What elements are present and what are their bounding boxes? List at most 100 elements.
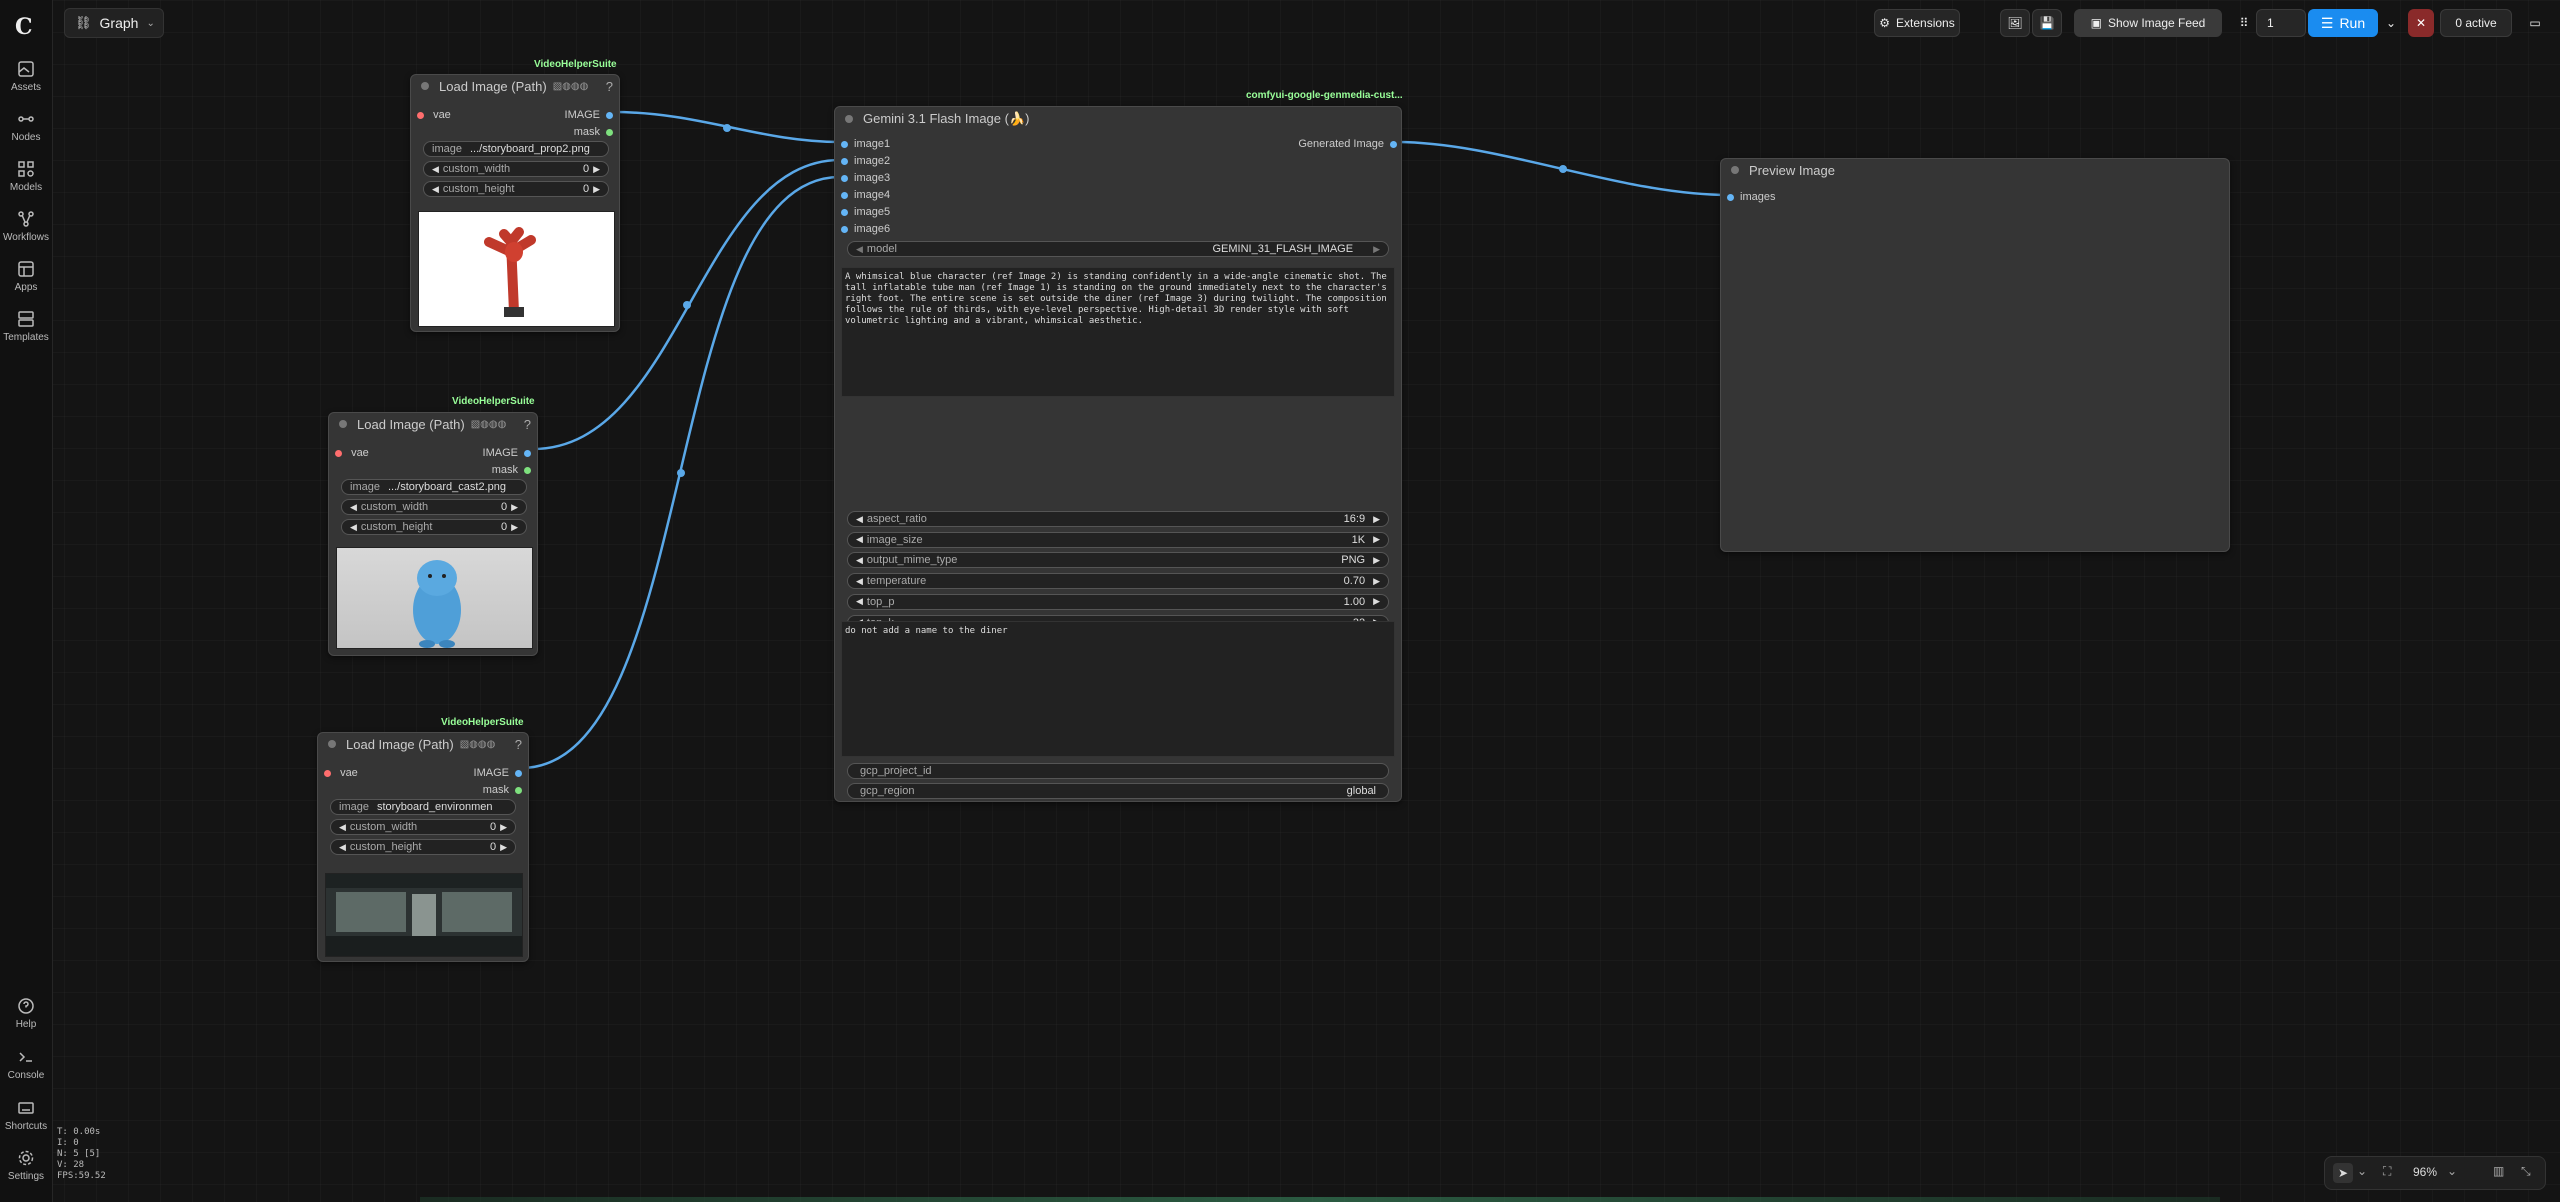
zoom-level[interactable]: 96% xyxy=(2413,1165,2437,1179)
collapse-dot[interactable] xyxy=(328,740,336,748)
load-image-node-1[interactable]: Load Image (Path) ▧◍◍◍? vae IMAGE mask im… xyxy=(410,74,620,332)
increment-arrow-icon[interactable]: ▶ xyxy=(1373,576,1380,587)
decrement-arrow-icon[interactable]: ◀ xyxy=(339,822,346,833)
output-slot-image[interactable]: IMAGE xyxy=(565,109,613,121)
reroute-dot xyxy=(683,301,691,309)
decrement-arrow-icon[interactable]: ◀ xyxy=(350,502,357,513)
increment-arrow-icon[interactable]: ▶ xyxy=(1373,534,1380,545)
prompt-textarea[interactable]: A whimsical blue character (ref Image 2)… xyxy=(841,267,1395,397)
input-slot-vae[interactable]: vae xyxy=(324,767,358,779)
increment-arrow-icon[interactable]: ▶ xyxy=(593,164,600,175)
gcp-project-id-input[interactable]: gcp_project_id xyxy=(847,763,1389,779)
link-visibility-icon[interactable]: ⤡ xyxy=(2521,1164,2531,1179)
increment-arrow-icon[interactable]: ▶ xyxy=(511,502,518,513)
load-image-node-3[interactable]: Load Image (Path) ▧◍◍◍? vae IMAGE mask im… xyxy=(317,732,529,962)
node-header[interactable]: Gemini 3.1 Flash Image (🍌) xyxy=(835,107,1401,131)
param-image-size[interactable]: ◀ image_size 1K ▶ xyxy=(847,531,1389,548)
slot-pin xyxy=(841,174,848,182)
collapse-dot[interactable] xyxy=(421,82,429,90)
input-slot-vae[interactable]: vae xyxy=(417,109,451,121)
node-header[interactable]: Load Image (Path) ▧◍◍◍? xyxy=(318,733,528,755)
decrement-arrow-icon[interactable]: ◀ xyxy=(339,842,346,853)
decrement-arrow-icon[interactable]: ◀ xyxy=(350,522,357,533)
load-image-node-2[interactable]: Load Image (Path) ▧◍◍◍? vae IMAGE mask im… xyxy=(328,412,538,656)
input-slot-image5[interactable]: image5 xyxy=(841,206,890,218)
help-icon[interactable]: ? xyxy=(515,737,522,752)
negative-prompt-textarea[interactable]: do not add a name to the diner xyxy=(841,621,1395,757)
node-source-badge: comfyui-google-genmedia-cust... xyxy=(1246,90,1403,101)
fit-view-icon[interactable]: ⛶ xyxy=(2383,1164,2391,1179)
increment-arrow-icon[interactable]: ▶ xyxy=(593,184,600,195)
increment-arrow-icon[interactable]: ▶ xyxy=(500,822,507,833)
input-slot-image6[interactable]: image6 xyxy=(841,223,890,235)
node-badges-icon: ▧◍◍◍ xyxy=(552,80,589,92)
input-slot-vae[interactable]: vae xyxy=(335,447,369,459)
image-path-widget[interactable]: image storyboard_environmen xyxy=(330,799,516,815)
custom-width-widget[interactable]: ◀ custom_width 0 ▶ xyxy=(423,161,609,177)
model-select[interactable]: ◀ model GEMINI_31_FLASH_IMAGE ▶ xyxy=(847,241,1389,257)
param-aspect-ratio[interactable]: ◀ aspect_ratio 16:9 ▶ xyxy=(847,511,1389,527)
chevron-down-icon[interactable]: ⌄ xyxy=(2447,1164,2457,1178)
decrement-arrow-icon[interactable]: ◀ xyxy=(432,184,439,195)
input-slot-image4[interactable]: image4 xyxy=(841,189,890,201)
increment-arrow-icon[interactable]: ▶ xyxy=(1373,596,1380,607)
image-preview-diner xyxy=(325,873,523,957)
collapse-dot[interactable] xyxy=(845,115,853,123)
slot-pin xyxy=(1390,140,1397,148)
help-icon[interactable]: ? xyxy=(524,417,531,432)
increment-arrow-icon[interactable]: ▶ xyxy=(1373,555,1380,566)
slot-pin xyxy=(515,786,522,794)
param-output-mime-type[interactable]: ◀ output_mime_type PNG ▶ xyxy=(847,552,1389,569)
slot-pin xyxy=(606,128,613,136)
input-slot-image1[interactable]: image1 xyxy=(841,138,890,150)
collapse-dot[interactable] xyxy=(1731,166,1739,174)
param-temperature[interactable]: ◀ temperature 0.70 ▶ xyxy=(847,573,1389,590)
node-header[interactable]: Load Image (Path) ▧◍◍◍? xyxy=(329,413,537,435)
decrement-arrow-icon[interactable]: ◀ xyxy=(856,555,863,566)
decrement-arrow-icon[interactable]: ◀ xyxy=(432,164,439,175)
custom-height-widget[interactable]: ◀ custom_height 0 ▶ xyxy=(423,181,609,197)
gcp-region-input[interactable]: gcp_region global xyxy=(847,783,1389,799)
image-path-widget[interactable]: image .../storyboard_cast2.png xyxy=(341,479,527,495)
pointer-icon[interactable]: ➤ xyxy=(2333,1163,2353,1183)
increment-arrow-icon[interactable]: ▶ xyxy=(511,522,518,533)
progress-glow xyxy=(420,1197,2220,1202)
preview-image-node[interactable]: Preview Image images xyxy=(1720,158,2230,552)
param-top-p[interactable]: ◀ top_p 1.00 ▶ xyxy=(847,593,1389,610)
decrement-arrow-icon[interactable]: ◀ xyxy=(856,244,863,255)
input-slot-images[interactable]: images xyxy=(1727,191,1775,203)
custom-width-widget[interactable]: ◀ custom_width 0 ▶ xyxy=(341,499,527,515)
output-slot-image[interactable]: IMAGE xyxy=(483,447,531,459)
custom-width-widget[interactable]: ◀ custom_width 0 ▶ xyxy=(330,819,516,835)
node-header[interactable]: Load Image (Path) ▧◍◍◍? xyxy=(411,75,619,97)
custom-height-widget[interactable]: ◀ custom_height 0 ▶ xyxy=(330,839,516,855)
collapse-dot[interactable] xyxy=(339,420,347,428)
slot-pin xyxy=(417,111,424,119)
decrement-arrow-icon[interactable]: ◀ xyxy=(856,514,863,525)
increment-arrow-icon[interactable]: ▶ xyxy=(1373,514,1380,525)
output-slot-mask[interactable]: mask xyxy=(483,784,522,796)
decrement-arrow-icon[interactable]: ◀ xyxy=(856,596,863,607)
node-header[interactable]: Preview Image xyxy=(1721,159,2229,181)
reroute-dot xyxy=(677,469,685,477)
slot-pin xyxy=(335,449,342,457)
help-icon[interactable]: ? xyxy=(606,79,613,94)
output-slot-mask[interactable]: mask xyxy=(574,126,613,138)
input-slot-image2[interactable]: image2 xyxy=(841,155,890,167)
reroute-dot xyxy=(1559,165,1567,173)
gemini-flash-image-node[interactable]: Gemini 3.1 Flash Image (🍌) image1 image2… xyxy=(834,106,1402,802)
minimap-icon[interactable]: ▥ xyxy=(2493,1164,2504,1178)
image-path-widget[interactable]: image .../storyboard_prop2.png xyxy=(423,141,609,157)
increment-arrow-icon[interactable]: ▶ xyxy=(500,842,507,853)
input-slot-image3[interactable]: image3 xyxy=(841,172,890,184)
slot-pin xyxy=(515,769,522,777)
output-slot-generated-image[interactable]: Generated Image xyxy=(1298,138,1397,150)
decrement-arrow-icon[interactable]: ◀ xyxy=(856,576,863,587)
custom-height-widget[interactable]: ◀ custom_height 0 ▶ xyxy=(341,519,527,535)
output-slot-image[interactable]: IMAGE xyxy=(474,767,522,779)
increment-arrow-icon[interactable]: ▶ xyxy=(1373,244,1380,255)
slot-pin xyxy=(841,140,848,148)
output-slot-mask[interactable]: mask xyxy=(492,464,531,476)
decrement-arrow-icon[interactable]: ◀ xyxy=(856,534,863,545)
chevron-down-icon[interactable]: ⌄ xyxy=(2357,1164,2367,1178)
